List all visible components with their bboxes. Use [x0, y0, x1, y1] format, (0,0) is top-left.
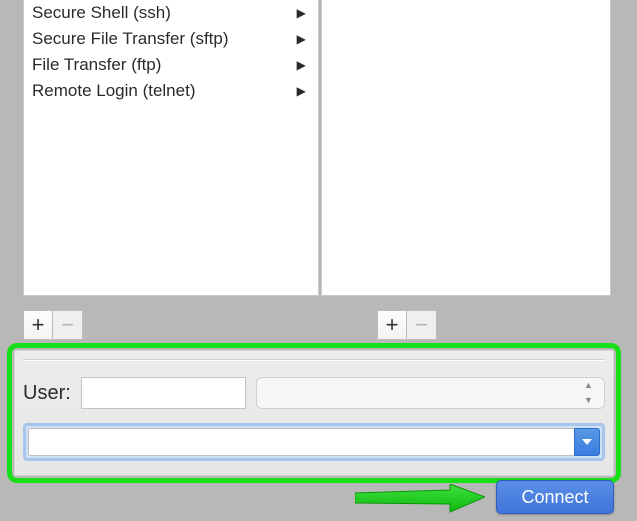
list-item[interactable]: Remote Login (telnet) ▶ [24, 78, 318, 104]
divider [23, 359, 605, 360]
host-dropdown-button[interactable] [574, 428, 600, 456]
minus-icon: − [415, 314, 428, 336]
plus-icon: + [32, 314, 45, 336]
connection-form: User: ▲ ▼ [14, 350, 614, 476]
user-label: User: [23, 382, 71, 405]
list-item[interactable]: Secure File Transfer (sftp) ▶ [24, 26, 318, 52]
protocol-list-controls: + − [23, 310, 83, 340]
tutorial-arrow-icon [355, 484, 485, 514]
plus-icon: + [386, 314, 399, 336]
add-protocol-button[interactable]: + [23, 310, 53, 340]
list-item-label: Secure Shell (ssh) [32, 3, 171, 23]
submenu-arrow-icon: ▶ [297, 84, 306, 98]
connect-button[interactable]: Connect [496, 480, 614, 514]
host-input[interactable] [28, 428, 574, 456]
list-item-label: File Transfer (ftp) [32, 55, 161, 75]
stepper-down-icon: ▼ [584, 396, 596, 405]
list-item[interactable]: File Transfer (ftp) ▶ [24, 52, 318, 78]
list-item-label: Remote Login (telnet) [32, 81, 195, 101]
remove-protocol-button: − [53, 310, 83, 340]
connect-button-label: Connect [521, 487, 588, 508]
add-server-button[interactable]: + [377, 310, 407, 340]
auth-stepper[interactable]: ▲ ▼ [256, 377, 605, 409]
list-item-label: Secure File Transfer (sftp) [32, 29, 229, 49]
minus-icon: − [61, 314, 74, 336]
stepper-up-icon: ▲ [584, 381, 596, 390]
submenu-arrow-icon: ▶ [297, 6, 306, 20]
remove-server-button: − [407, 310, 437, 340]
user-input[interactable] [81, 377, 246, 409]
host-combobox [23, 423, 605, 461]
chevron-down-icon [582, 437, 592, 447]
list-item[interactable]: Secure Shell (ssh) ▶ [24, 0, 318, 26]
servers-list-controls: + − [377, 310, 437, 340]
submenu-arrow-icon: ▶ [297, 32, 306, 46]
protocol-list[interactable]: Secure Shell (ssh) ▶ Secure File Transfe… [23, 0, 319, 296]
servers-list[interactable] [321, 0, 611, 296]
submenu-arrow-icon: ▶ [297, 58, 306, 72]
